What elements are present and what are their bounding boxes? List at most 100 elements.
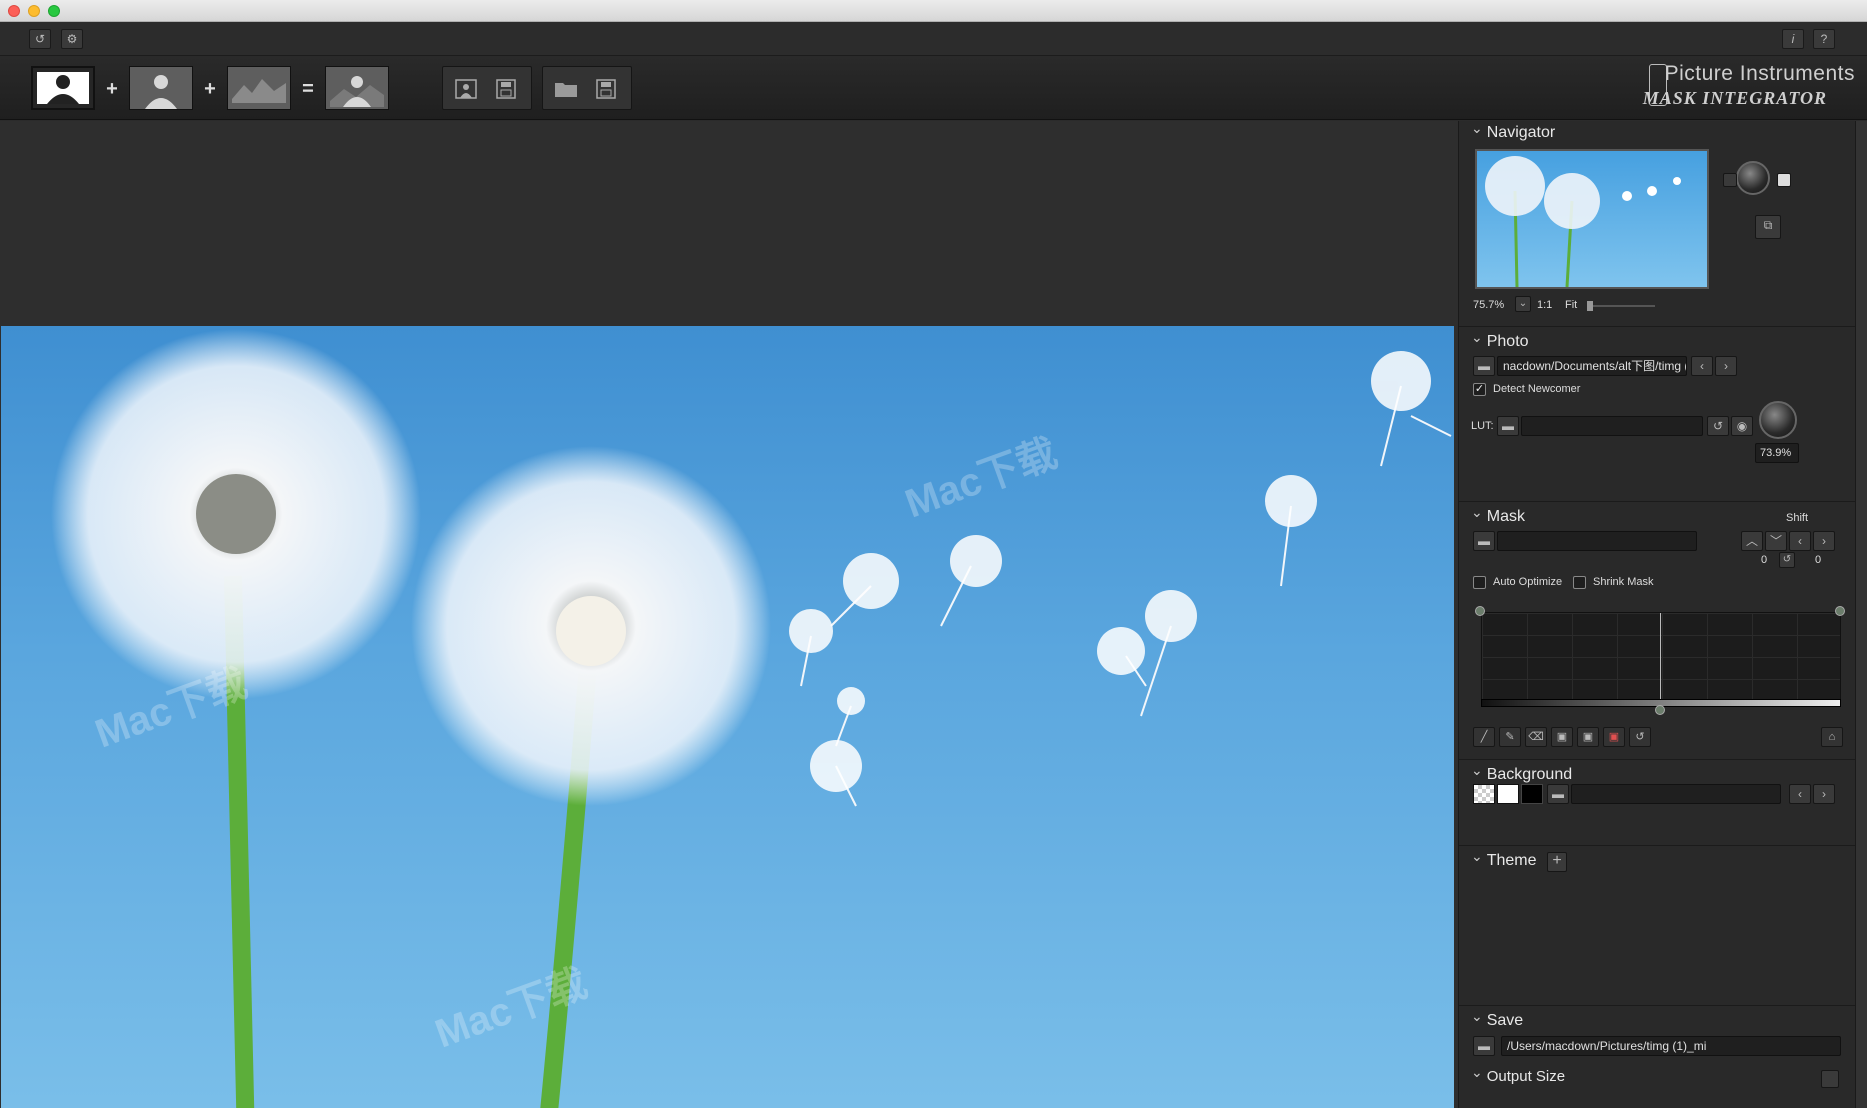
preview-lut-eye-icon[interactable]: ◉ [1731, 416, 1753, 436]
save-folder-icon[interactable]: ▬ [1473, 1036, 1495, 1056]
zoom-slider-handle[interactable] [1587, 301, 1593, 311]
person-icon [37, 72, 89, 104]
detect-newcomer-label: Detect Newcomer [1493, 383, 1581, 395]
main-toolbar: + + = Picture Instruments MASK INTEGRATO… [0, 56, 1867, 120]
lut-strength-knob[interactable] [1759, 401, 1797, 439]
one-to-one-button[interactable]: 1:1 [1537, 299, 1552, 311]
detach-window-icon[interactable]: ⧉ [1755, 215, 1781, 239]
navigator-thumbnail[interactable] [1475, 149, 1709, 289]
shift-label: Shift [1786, 512, 1809, 524]
background-section: Background ▬ ‹ › [1459, 759, 1855, 845]
output-size-toggle[interactable] [1821, 1070, 1839, 1088]
shift-reset-icon[interactable]: ↺ [1779, 552, 1795, 568]
open-mask-folder-icon[interactable]: ▬ [1473, 531, 1495, 551]
help-button[interactable]: ? [1813, 29, 1835, 49]
gradient-midpoint-handle[interactable] [1655, 705, 1665, 715]
photo-step-button[interactable] [31, 66, 95, 110]
close-window-button[interactable] [8, 5, 20, 17]
white-background-swatch[interactable] [1497, 784, 1519, 804]
mask-section: Mask Shift ▬ ︿ ﹀ ‹ › 0 ↺ 0 Auto Optimize… [1459, 501, 1855, 759]
lut-percent-field[interactable]: 73.9% [1755, 443, 1799, 463]
black-background-swatch[interactable] [1521, 784, 1543, 804]
shift-right-value: 0 [1815, 554, 1822, 566]
right-panel: Navigator ⧉ 75.7% ⌄ 1:1 Fit Photo ▬ nacd… [1458, 121, 1867, 1108]
mask-curve-editor[interactable] [1481, 612, 1841, 703]
thumbnail-image [1485, 156, 1681, 287]
batch-group [542, 66, 632, 110]
save-title[interactable]: Save [1471, 1012, 1523, 1030]
zoom-value: 75.7% [1473, 299, 1505, 311]
next-background-icon[interactable]: › [1813, 784, 1835, 804]
rotate-knob[interactable] [1736, 161, 1770, 195]
open-lut-folder-icon[interactable]: ▬ [1497, 416, 1519, 436]
curve-marker-line[interactable] [1660, 613, 1661, 703]
curve-right-handle[interactable] [1835, 606, 1845, 616]
mask-title[interactable]: Mask [1471, 508, 1525, 526]
mask-step-button[interactable] [129, 66, 193, 110]
previous-background-icon[interactable]: ‹ [1789, 784, 1811, 804]
photo-section: Photo ▬ nacdown/Documents/alt下图/timg (1)… [1459, 326, 1855, 501]
open-background-folder-icon[interactable]: ▬ [1547, 784, 1569, 804]
white-point-icon[interactable] [1777, 173, 1791, 187]
save-mask-as-icon[interactable]: ▣ [1577, 727, 1599, 747]
fit-button[interactable]: Fit [1565, 299, 1577, 311]
transparent-background-swatch[interactable] [1473, 784, 1495, 804]
folder-icon[interactable] [553, 78, 579, 100]
next-photo-icon[interactable]: › [1715, 356, 1737, 376]
save-path-field[interactable]: /Users/macdown/Pictures/timg (1)_mi [1501, 1036, 1841, 1056]
shift-right-icon[interactable]: › [1813, 531, 1835, 551]
reset-lut-icon[interactable]: ↺ [1707, 416, 1729, 436]
pen-tool-icon[interactable]: ╱ [1473, 727, 1495, 747]
mask-person-icon [130, 67, 192, 109]
detect-newcomer-checkbox[interactable]: ✓ [1473, 383, 1486, 396]
zoom-window-button[interactable] [48, 5, 60, 17]
save-section: Save ▬ /Users/macdown/Pictures/timg (1)_… [1459, 1005, 1855, 1108]
info-button[interactable]: i [1782, 29, 1804, 49]
panel-scrollbar[interactable] [1855, 121, 1867, 1108]
reset-icon[interactable]: ↺ [29, 29, 51, 49]
shift-up-icon[interactable]: ︿ [1741, 531, 1763, 551]
settings-icon[interactable]: ⚙ [61, 29, 83, 49]
minimize-window-button[interactable] [28, 5, 40, 17]
undo-mask-icon[interactable]: ↺ [1629, 727, 1651, 747]
auto-optimize-checkbox[interactable] [1473, 576, 1486, 589]
mask-options-icon[interactable]: ⌂ [1821, 727, 1843, 747]
add-theme-button[interactable]: + [1547, 852, 1567, 872]
save-photo-icon[interactable] [493, 78, 519, 100]
photo-title[interactable]: Photo [1471, 333, 1529, 351]
navigator-title[interactable]: Navigator [1471, 124, 1555, 142]
save-mask-icon[interactable]: ▣ [1551, 727, 1573, 747]
mask-path-field[interactable] [1497, 531, 1697, 551]
zoom-dropdown-icon[interactable]: ⌄ [1515, 296, 1531, 312]
output-size-label[interactable]: Output Size [1471, 1068, 1565, 1085]
lut-path-field[interactable] [1521, 416, 1703, 436]
batch-save-icon[interactable] [593, 78, 619, 100]
curve-left-handle[interactable] [1475, 606, 1485, 616]
preview-image[interactable]: Mac下载 Mac下载 Mac下载 [1, 326, 1454, 1108]
black-point-icon[interactable] [1723, 173, 1737, 187]
eraser-tool-icon[interactable]: ⌫ [1525, 727, 1547, 747]
shift-down-icon[interactable]: ﹀ [1765, 531, 1787, 551]
background-path-field[interactable] [1571, 784, 1781, 804]
delete-mask-icon[interactable]: ▣ [1603, 727, 1625, 747]
result-step-button[interactable] [325, 66, 389, 110]
photo-path-field[interactable]: nacdown/Documents/alt下图/timg (1).jpg [1497, 356, 1687, 376]
shrink-mask-label: Shrink Mask [1593, 576, 1654, 588]
product-name: MASK INTEGRATOR [1642, 88, 1827, 108]
equals-operator: = [302, 78, 314, 100]
import-export-group [442, 66, 532, 110]
auto-optimize-label: Auto Optimize [1493, 576, 1563, 588]
shrink-mask-checkbox[interactable] [1573, 576, 1586, 589]
background-title[interactable]: Background [1471, 766, 1572, 784]
brush-tool-icon[interactable]: ✎ [1499, 727, 1521, 747]
shift-left-icon[interactable]: ‹ [1789, 531, 1811, 551]
previous-photo-icon[interactable]: ‹ [1691, 356, 1713, 376]
brand-name: Picture Instruments [1664, 62, 1855, 85]
open-photo-folder-icon[interactable]: ▬ [1473, 356, 1495, 376]
canvas-area[interactable]: Mac下载 Mac下载 Mac下载 [0, 121, 1458, 1108]
theme-title[interactable]: Theme [1471, 852, 1537, 870]
background-step-button[interactable] [227, 66, 291, 110]
composite-icon [326, 67, 388, 109]
zoom-slider[interactable] [1587, 301, 1655, 311]
open-photo-icon[interactable] [453, 78, 479, 100]
